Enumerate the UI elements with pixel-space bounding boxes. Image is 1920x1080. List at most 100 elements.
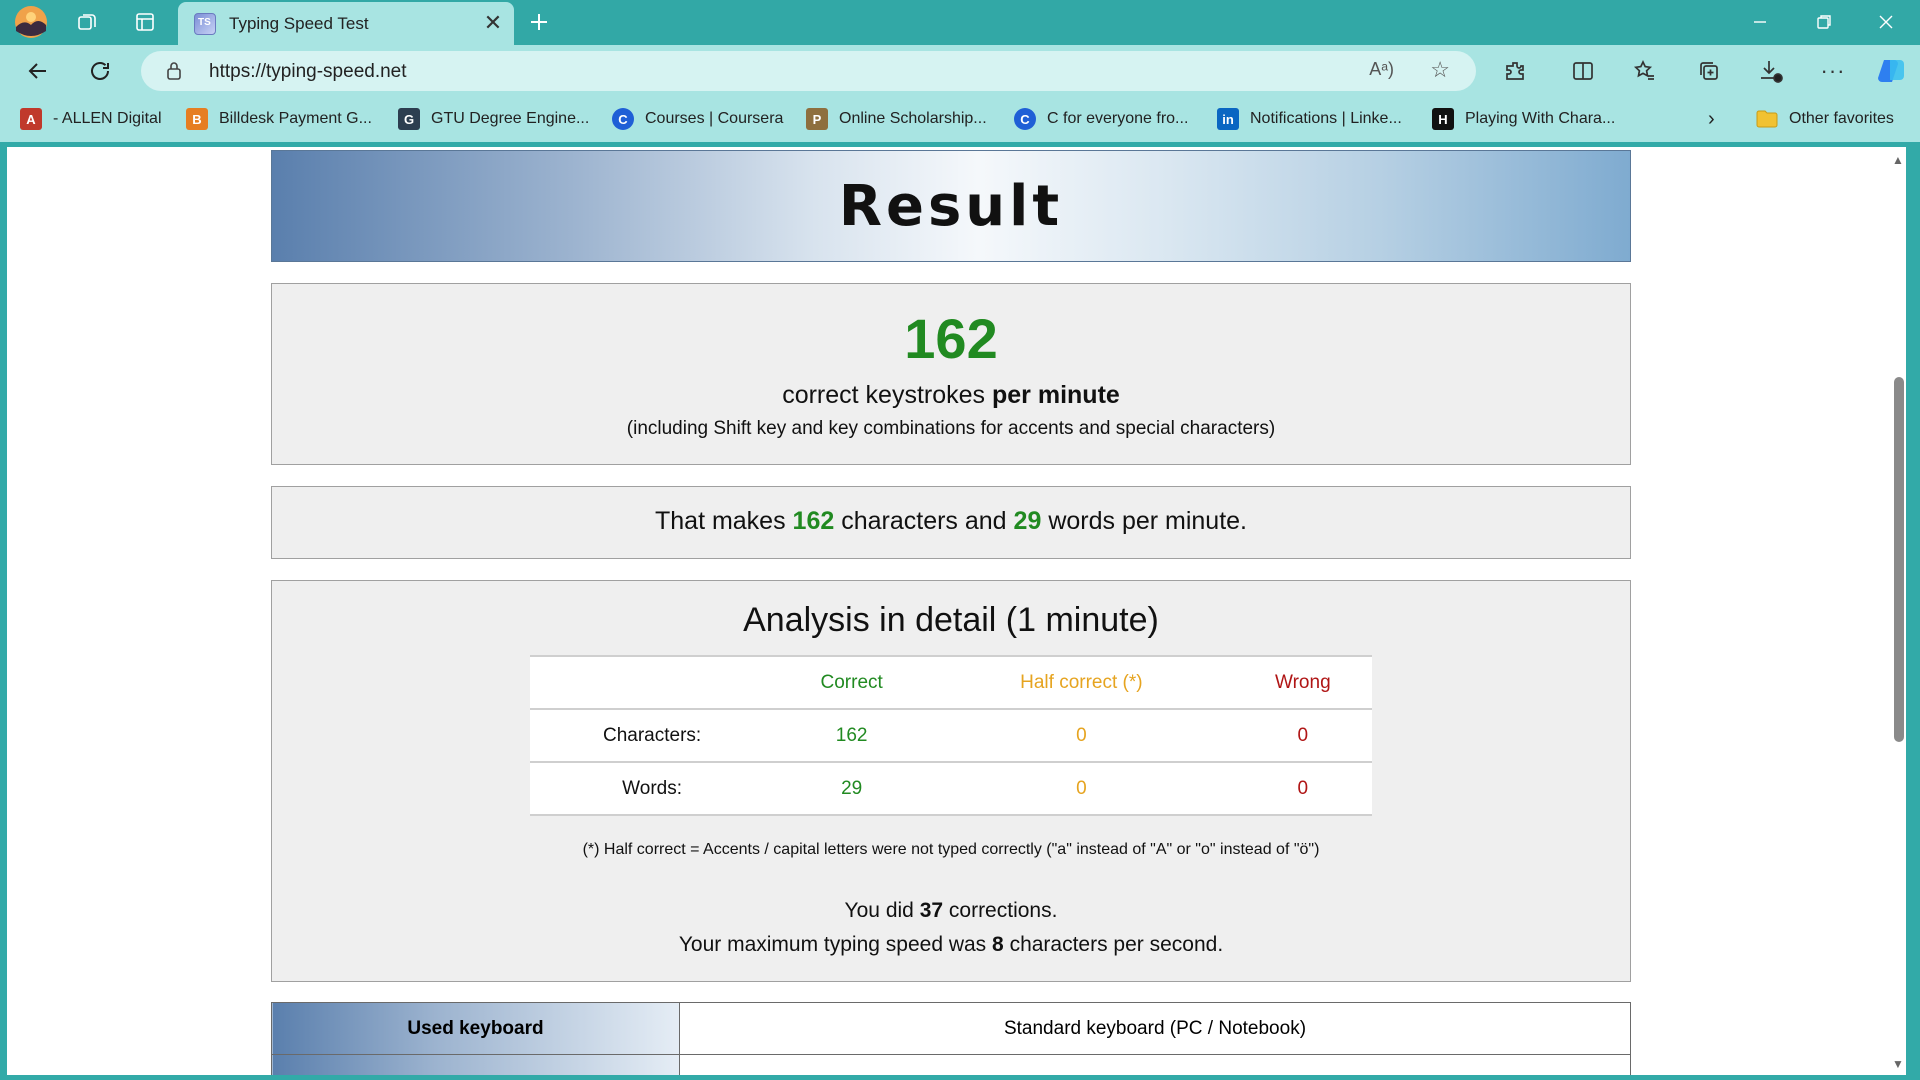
minimize-icon[interactable] [1732, 4, 1788, 40]
scrollbar[interactable]: ▲ ▼ [1888, 147, 1906, 1075]
downloads-icon[interactable] [1756, 56, 1786, 86]
summary-prefix: That makes [654, 507, 786, 535]
linkedin-favicon-icon: in [1217, 108, 1239, 130]
analysis-title: Analysis in detail (1 minute) [743, 601, 1159, 639]
window-close-icon[interactable] [1858, 4, 1914, 40]
copilot-icon[interactable] [1876, 56, 1906, 86]
table-row: Words: 29 0 0 [530, 762, 1372, 816]
scroll-down-icon[interactable]: ▼ [1892, 1057, 1904, 1071]
favorite-label: C for everyone fro... [1047, 110, 1189, 127]
tab-close-icon[interactable]: ✕ [480, 10, 506, 36]
summary-characters: 162 [792, 507, 835, 535]
corrections-line: You did 37 corrections. [272, 894, 1630, 928]
result-header: Result [271, 150, 1631, 262]
favorite-label: Playing With Chara... [1465, 110, 1616, 127]
analysis-box: Analysis in detail (1 minute) Correct Ha… [271, 580, 1631, 982]
favorites-icon[interactable] [1630, 56, 1660, 86]
favorite-label: Notifications | Linke... [1250, 110, 1402, 127]
summary-box: That makes 162 characters and 29 words p… [271, 486, 1631, 559]
keystrokes-box: 162 correct keystrokes per minute (inclu… [271, 283, 1631, 465]
table-header-wrong: Wrong [1233, 655, 1372, 710]
folder-icon [1756, 108, 1778, 130]
corrections-info: You did 37 corrections. Your maximum typ… [272, 894, 1630, 962]
max-speed-value: 8 [992, 933, 1004, 956]
summary-suffix: words per minute. [1048, 507, 1248, 535]
profile-avatar-icon[interactable] [14, 5, 48, 39]
keyboard-label: Used keyboard [271, 1002, 680, 1055]
favorite-item-gtu[interactable]: G GTU Degree Engine... [398, 106, 589, 132]
corrections-suffix: corrections. [948, 899, 1058, 922]
table-header-half-correct: Half correct (*) [929, 655, 1234, 710]
favorite-item-allen[interactable]: A - ALLEN Digital [20, 106, 162, 132]
next-row-label [271, 1054, 680, 1075]
tab-typing-speed-test[interactable]: TS Typing Speed Test ✕ [178, 2, 514, 45]
collections-icon[interactable] [1694, 56, 1724, 86]
keystrokes-label: correct keystrokes per minute [272, 381, 1630, 410]
table-header-correct: Correct [774, 655, 930, 710]
vertical-tabs-icon[interactable] [130, 7, 160, 37]
restore-icon[interactable] [1796, 4, 1852, 40]
favorite-item-c-for-everyone[interactable]: C C for everyone fro... [1014, 106, 1188, 132]
keyboard-next-row [271, 1054, 1631, 1075]
page-content: Result 162 correct keystrokes per minute… [7, 147, 1906, 1075]
address-toolbar: https://typing-speed.net Aᵃ) ☆ ··· [0, 45, 1920, 97]
refresh-icon[interactable] [82, 54, 118, 88]
more-icon[interactable]: ··· [1818, 56, 1848, 86]
favorite-item-linkedin[interactable]: in Notifications | Linke... [1217, 106, 1402, 132]
max-speed-line: Your maximum typing speed was 8 characte… [272, 928, 1630, 962]
workspaces-icon[interactable] [72, 7, 102, 37]
cell-wrong: 0 [1233, 709, 1372, 763]
summary-text: That makes 162 characters and 29 words p… [272, 507, 1630, 536]
favorite-item-billdesk[interactable]: B Billdesk Payment G... [186, 106, 372, 132]
next-row-value [679, 1054, 1631, 1075]
keyboard-table: Used keyboard Standard keyboard (PC / No… [271, 1002, 1631, 1075]
chevron-right-icon[interactable]: › [1708, 106, 1715, 132]
page-title: Result [838, 173, 1064, 239]
summary-words: 29 [1013, 507, 1042, 535]
favorite-label: Courses | Coursera [645, 110, 784, 127]
favorite-label: Billdesk Payment G... [219, 110, 372, 127]
star-icon[interactable]: ☆ [1430, 57, 1450, 83]
max-speed-prefix: Your maximum typing speed was [678, 933, 987, 956]
favorites-bar: A - ALLEN Digital B Billdesk Payment G..… [0, 97, 1920, 142]
coursera-favicon-icon: C [612, 108, 634, 130]
favorite-label: - ALLEN Digital [53, 110, 162, 127]
url-text[interactable]: https://typing-speed.net [209, 61, 407, 83]
table-row: Characters: 162 0 0 [530, 709, 1372, 763]
keystrokes-subtext: (including Shift key and key combination… [626, 418, 1276, 439]
favorite-item-coursera[interactable]: C Courses | Coursera [612, 106, 783, 132]
new-tab-icon[interactable] [524, 7, 554, 37]
gtu-favicon-icon: G [398, 108, 420, 130]
favorite-label: GTU Degree Engine... [431, 110, 590, 127]
summary-middle: characters and [841, 507, 1007, 535]
favorite-label: Online Scholarship... [839, 110, 987, 127]
lock-icon[interactable] [165, 61, 183, 86]
table-header [530, 655, 775, 710]
half-correct-note: (*) Half correct = Accents / capital let… [582, 841, 1320, 858]
tab-favicon-icon: TS [194, 13, 216, 35]
cell-correct: 29 [774, 762, 930, 816]
back-icon[interactable] [20, 54, 56, 88]
favorite-label: Other favorites [1789, 110, 1894, 127]
extensions-icon[interactable] [1500, 56, 1530, 86]
split-screen-icon[interactable] [1568, 56, 1598, 86]
max-speed-suffix: characters per second. [1009, 933, 1224, 956]
keystrokes-label-prefix: correct keystrokes [782, 381, 986, 409]
table-header-row: Correct Half correct (*) Wrong [530, 655, 1372, 710]
keystrokes-label-bold: per minute [992, 381, 1120, 409]
cell-half-correct: 0 [929, 762, 1234, 816]
favorite-item-scholarship[interactable]: P Online Scholarship... [806, 106, 987, 132]
keyboard-value: Standard keyboard (PC / Notebook) [679, 1002, 1631, 1055]
read-aloud-icon[interactable]: Aᵃ) [1369, 59, 1394, 80]
billdesk-favicon-icon: B [186, 108, 208, 130]
scholarship-favicon-icon: P [806, 108, 828, 130]
favorite-item-other[interactable]: Other favorites [1756, 106, 1894, 132]
tab-title: Typing Speed Test [229, 14, 369, 33]
cell-half-correct: 0 [929, 709, 1234, 763]
keyboard-row: Used keyboard Standard keyboard (PC / No… [271, 1002, 1631, 1055]
favorite-item-hackerrank[interactable]: H Playing With Chara... [1432, 106, 1615, 132]
scrollbar-thumb[interactable] [1894, 377, 1904, 742]
address-bar[interactable]: https://typing-speed.net Aᵃ) ☆ [141, 51, 1476, 91]
scroll-up-icon[interactable]: ▲ [1892, 153, 1904, 167]
row-label: Characters: [530, 709, 775, 763]
